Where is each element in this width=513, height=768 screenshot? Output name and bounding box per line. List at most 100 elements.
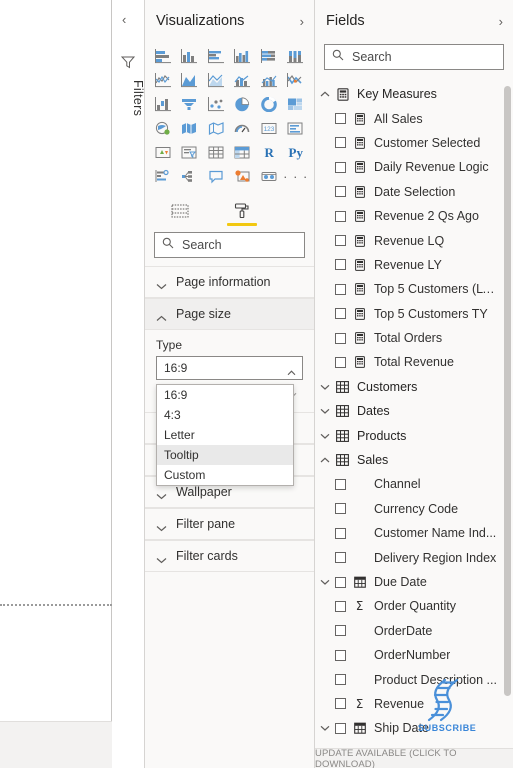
dropdown-option-letter[interactable]: Letter bbox=[157, 425, 293, 445]
line-clustered-column-chart-icon[interactable] bbox=[256, 69, 283, 92]
fields-search-box[interactable] bbox=[324, 44, 504, 70]
field-table-dates[interactable]: Dates bbox=[315, 399, 513, 423]
field-item-ordernumber[interactable]: OrderNumber bbox=[315, 643, 513, 667]
waterfall-chart-icon[interactable] bbox=[150, 93, 177, 116]
filters-pane-collapsed[interactable]: ‹ Filters bbox=[112, 0, 145, 768]
field-item-total-revenue[interactable]: Total Revenue bbox=[315, 350, 513, 374]
field-checkbox[interactable] bbox=[335, 283, 346, 295]
section-page-information[interactable]: Page information bbox=[145, 266, 314, 298]
field-checkbox[interactable] bbox=[335, 137, 346, 149]
field-checkbox[interactable] bbox=[335, 113, 346, 125]
field-checkbox[interactable] bbox=[335, 235, 346, 247]
decomposition-tree-icon[interactable] bbox=[177, 165, 204, 188]
filled-map-icon[interactable] bbox=[177, 117, 204, 140]
field-checkbox[interactable] bbox=[335, 698, 346, 710]
stacked-bar-chart-icon[interactable] bbox=[150, 45, 177, 68]
map-icon[interactable] bbox=[150, 117, 177, 140]
chevron-down-icon[interactable] bbox=[315, 725, 335, 732]
field-item-revenue-ly[interactable]: Revenue LY bbox=[315, 253, 513, 277]
field-item-currency-code[interactable]: Currency Code bbox=[315, 497, 513, 521]
field-item-daily-revenue-logic[interactable]: Daily Revenue Logic bbox=[315, 155, 513, 179]
ribbon-chart-icon[interactable] bbox=[283, 69, 310, 92]
expand-chevron-icon[interactable]: › bbox=[300, 14, 304, 29]
section-page-size[interactable]: Page size bbox=[145, 298, 314, 330]
hundred-percent-stacked-column-icon[interactable] bbox=[283, 45, 310, 68]
field-group-key-measures[interactable]: Key Measures bbox=[315, 82, 513, 106]
field-item-customer-name-index[interactable]: Customer Name Ind... bbox=[315, 521, 513, 545]
field-checkbox[interactable] bbox=[335, 308, 346, 320]
field-checkbox[interactable] bbox=[335, 527, 346, 539]
field-checkbox[interactable] bbox=[335, 552, 346, 564]
field-checkbox[interactable] bbox=[335, 161, 346, 173]
report-canvas[interactable] bbox=[0, 0, 112, 768]
kpi-icon[interactable] bbox=[150, 141, 177, 164]
field-checkbox[interactable] bbox=[335, 576, 346, 588]
field-checkbox[interactable] bbox=[335, 649, 346, 661]
table-icon[interactable] bbox=[203, 141, 230, 164]
funnel-chart-icon[interactable] bbox=[177, 93, 204, 116]
field-checkbox[interactable] bbox=[335, 356, 346, 368]
field-checkbox[interactable] bbox=[335, 625, 346, 637]
field-checkbox[interactable] bbox=[335, 600, 346, 612]
field-table-sales[interactable]: Sales bbox=[315, 448, 513, 472]
dropdown-option-custom[interactable]: Custom bbox=[157, 465, 293, 485]
dropdown-option-tooltip[interactable]: Tooltip bbox=[157, 445, 293, 465]
field-checkbox[interactable] bbox=[335, 259, 346, 271]
field-checkbox[interactable] bbox=[335, 722, 346, 734]
shape-map-icon[interactable] bbox=[203, 117, 230, 140]
field-checkbox[interactable] bbox=[335, 210, 346, 222]
field-item-all-sales[interactable]: All Sales bbox=[315, 106, 513, 130]
qna-icon[interactable] bbox=[203, 165, 230, 188]
field-item-order-quantity[interactable]: Σ Order Quantity bbox=[315, 594, 513, 618]
funnel-icon[interactable] bbox=[120, 55, 136, 69]
area-chart-icon[interactable] bbox=[177, 69, 204, 92]
update-available-status-bar[interactable]: UPDATE AVAILABLE (CLICK TO DOWNLOAD) bbox=[315, 748, 513, 768]
multi-row-card-icon[interactable] bbox=[283, 117, 310, 140]
chevron-up-icon[interactable] bbox=[315, 91, 335, 97]
section-filter-cards[interactable]: Filter cards bbox=[145, 540, 314, 572]
field-table-customers[interactable]: Customers bbox=[315, 375, 513, 399]
format-search-input[interactable] bbox=[180, 237, 297, 253]
gauge-icon[interactable] bbox=[230, 117, 257, 140]
field-item-total-orders[interactable]: Total Orders bbox=[315, 326, 513, 350]
field-checkbox[interactable] bbox=[335, 503, 346, 515]
hundred-percent-stacked-bar-icon[interactable] bbox=[256, 45, 283, 68]
chevron-down-icon[interactable] bbox=[315, 384, 335, 390]
field-checkbox[interactable] bbox=[335, 332, 346, 344]
page-size-type-combobox[interactable]: 16:9 bbox=[156, 356, 303, 380]
field-item-date-selection[interactable]: Date Selection bbox=[315, 180, 513, 204]
line-chart-icon[interactable] bbox=[150, 69, 177, 92]
clustered-column-chart-icon[interactable] bbox=[230, 45, 257, 68]
clustered-bar-chart-icon[interactable] bbox=[203, 45, 230, 68]
slicer-icon[interactable] bbox=[177, 141, 204, 164]
chevron-up-icon[interactable] bbox=[287, 365, 296, 376]
field-item-top-5-customers-ly[interactable]: Top 5 Customers (LY... bbox=[315, 277, 513, 301]
pie-chart-icon[interactable] bbox=[230, 93, 257, 116]
field-item-customer-selected[interactable]: Customer Selected bbox=[315, 131, 513, 155]
expand-chevron-icon[interactable]: › bbox=[499, 14, 503, 29]
field-item-channel[interactable]: Channel bbox=[315, 472, 513, 496]
line-stacked-column-chart-icon[interactable] bbox=[230, 69, 257, 92]
collapse-pane-chevron-icon[interactable]: ‹ bbox=[122, 13, 126, 26]
treemap-icon[interactable] bbox=[283, 93, 310, 116]
python-visual-icon[interactable]: Py bbox=[283, 141, 310, 164]
field-item-revenue-lq[interactable]: Revenue LQ bbox=[315, 228, 513, 252]
more-options-icon[interactable]: · · · bbox=[283, 165, 310, 188]
card-icon[interactable]: 123 bbox=[256, 117, 283, 140]
stacked-column-chart-icon[interactable] bbox=[177, 45, 204, 68]
field-item-top-5-customers-ty[interactable]: Top 5 Customers TY bbox=[315, 302, 513, 326]
donut-chart-icon[interactable] bbox=[256, 93, 283, 116]
paginated-report-icon[interactable] bbox=[256, 165, 283, 188]
field-item-due-date[interactable]: Due Date bbox=[315, 570, 513, 594]
key-influencers-icon[interactable] bbox=[150, 165, 177, 188]
fields-scrollbar[interactable] bbox=[504, 86, 511, 726]
r-script-visual-icon[interactable]: R bbox=[256, 141, 283, 164]
chevron-down-icon[interactable] bbox=[315, 579, 335, 585]
field-item-orderdate[interactable]: OrderDate bbox=[315, 619, 513, 643]
field-item-product-description[interactable]: Product Description ... bbox=[315, 667, 513, 691]
format-search-box[interactable] bbox=[154, 232, 305, 258]
page-size-type-dropdown[interactable]: 16:9 4:3 Letter Tooltip Custom bbox=[156, 384, 294, 486]
field-checkbox[interactable] bbox=[335, 674, 346, 686]
field-item-revenue-2-qs-ago[interactable]: Revenue 2 Qs Ago bbox=[315, 204, 513, 228]
field-item-ship-date[interactable]: Ship Date bbox=[315, 716, 513, 740]
